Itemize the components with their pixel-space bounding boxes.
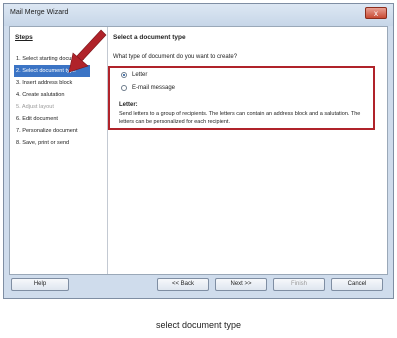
wizard-client-area: Steps 1. Select starting document 2. Sel… <box>9 26 388 275</box>
letter-radio[interactable] <box>121 72 127 78</box>
step-adjust-layout: 5. Adjust layout <box>16 104 54 110</box>
step-save-print-send[interactable]: 8. Save, print or send <box>14 137 104 149</box>
description-text: Send letters to a group of recipients. T… <box>119 111 361 125</box>
title-bar: Mail Merge Wizard x <box>4 4 393 26</box>
red-pointer-arrow-icon <box>68 29 107 73</box>
step-edit-document[interactable]: 6. Edit document <box>14 113 104 125</box>
steps-heading: Steps <box>15 34 33 41</box>
email-label: E-mail message <box>132 85 176 91</box>
mail-merge-wizard-window: Mail Merge Wizard x Steps 1. Select star… <box>3 3 394 299</box>
cancel-button[interactable]: Cancel <box>331 278 383 291</box>
image-caption: select document type <box>155 320 242 330</box>
back-button[interactable]: << Back <box>157 278 209 291</box>
letter-label: Letter <box>132 72 148 78</box>
content-heading: Select a document type <box>113 34 186 41</box>
letter-option[interactable]: Letter <box>121 72 147 78</box>
step-create-salutation[interactable]: 4. Create salutation <box>14 89 104 101</box>
window-title: Mail Merge Wizard <box>10 9 69 16</box>
finish-button: Finish <box>273 278 325 291</box>
email-radio[interactable] <box>121 85 127 91</box>
email-option[interactable]: E-mail message <box>121 85 175 91</box>
document-type-question: What type of document do you want to cre… <box>113 54 238 60</box>
description-title: Letter: <box>119 102 138 108</box>
close-button[interactable]: x <box>365 7 387 19</box>
step-personalize-document[interactable]: 7. Personalize document <box>14 125 104 137</box>
step-insert-address-block[interactable]: 3. Insert address block <box>14 77 104 89</box>
button-bar: Help << Back Next >> Finish Cancel <box>9 276 388 294</box>
help-button[interactable]: Help <box>11 278 69 291</box>
next-button[interactable]: Next >> <box>215 278 267 291</box>
content-pane: Select a document type What type of docu… <box>108 27 387 274</box>
